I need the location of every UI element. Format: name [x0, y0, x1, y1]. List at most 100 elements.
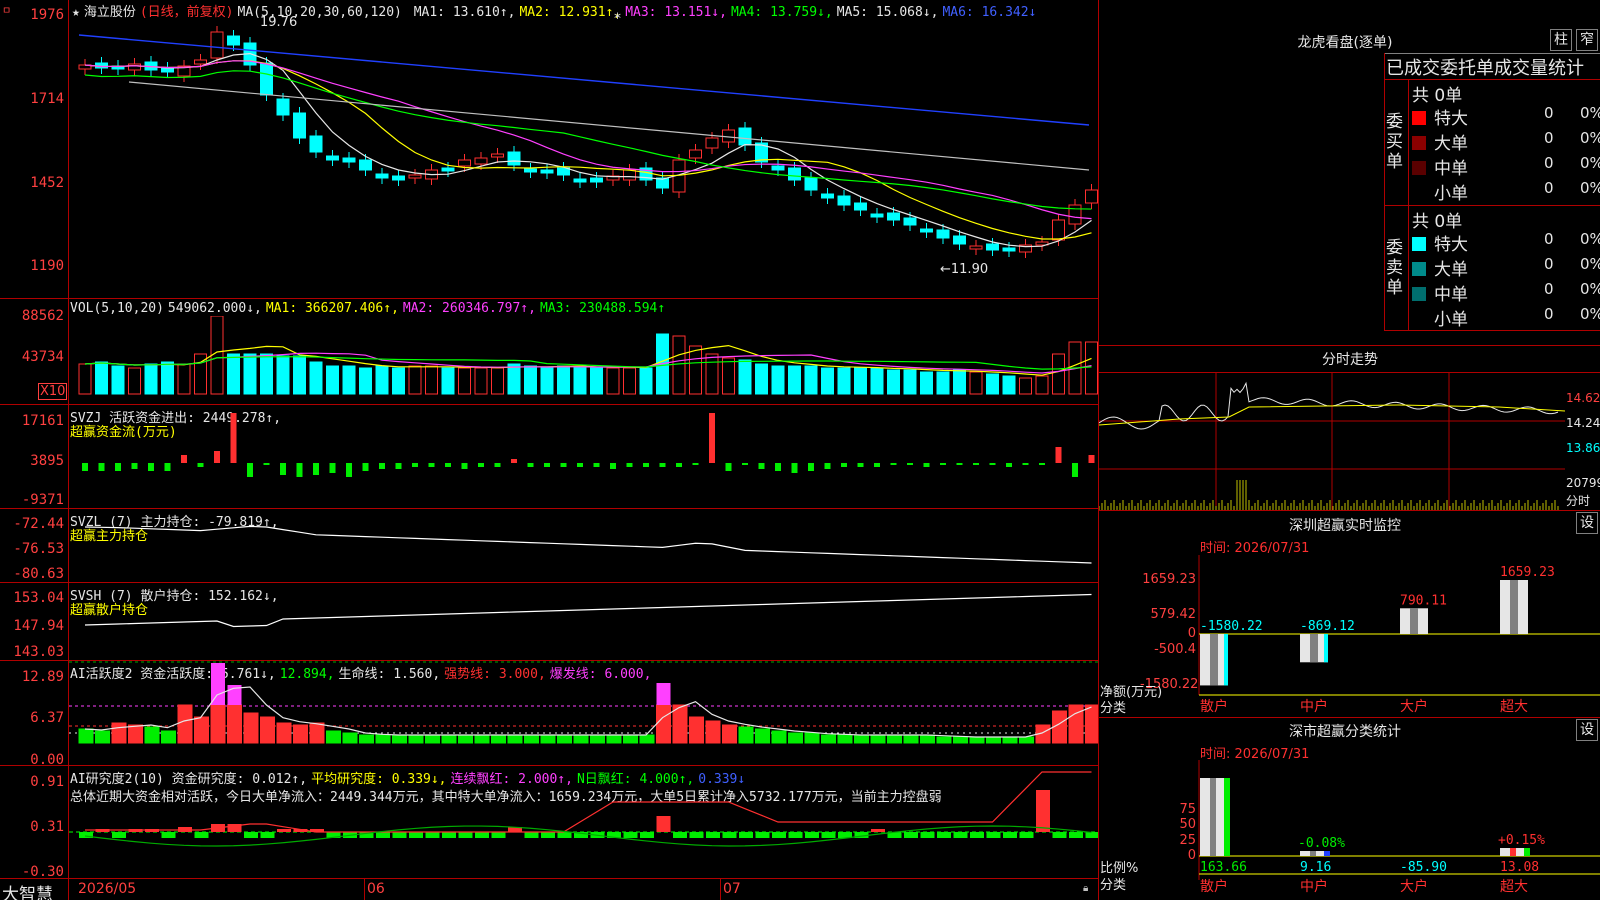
main-legend: ★ 海立股份 (日线，前复权) MA(5,10,20,30,60,120) MA1: … [72, 1, 1040, 20]
fund-flow-bar [808, 463, 814, 471]
activity-bar [607, 735, 621, 743]
svzj-y-label: -9371 [2, 492, 64, 508]
candlestick-chart[interactable] [69, 20, 1098, 298]
color-swatch-icon [1412, 262, 1426, 276]
candle-body [904, 218, 916, 225]
bar-view-button[interactable]: 柱 [1550, 29, 1572, 51]
volume-bar [376, 366, 388, 394]
ai-active-y-label: 0.00 [2, 752, 64, 768]
vol-ma2: MA2: 260346.797↑, [403, 301, 536, 316]
volume-bar [475, 368, 487, 394]
vol-y-label: 43734 [2, 349, 64, 365]
volume-bar [624, 368, 636, 394]
research-bar [1020, 832, 1034, 838]
candle-body [393, 176, 405, 180]
research-bar [624, 832, 638, 838]
volume-bar [574, 366, 586, 394]
narrow-view-button[interactable]: 窄 [1576, 29, 1598, 51]
category-label: 中户 [1300, 698, 1328, 715]
sell-order-row: 大单00% [1412, 255, 1598, 280]
fund-flow-bar [1006, 463, 1012, 467]
intraday-top-line [1098, 345, 1600, 346]
ma1-value: MA1: 13.610↑, [414, 5, 516, 20]
sell-total: 共 0单 [1412, 207, 1462, 232]
order-count: 0 [1544, 255, 1554, 273]
candle-body [789, 168, 801, 180]
fund-flow-bar [1039, 463, 1045, 465]
fund-flow-bar [627, 463, 633, 467]
candle-body [921, 229, 933, 232]
fund-flow-bar [445, 463, 451, 467]
fund-flow-bar [742, 463, 748, 465]
candle-body [96, 63, 108, 68]
buy-total: 共 0单 [1412, 81, 1462, 106]
ma2-line [85, 61, 1092, 239]
stock-name[interactable]: 海立股份 [84, 5, 136, 20]
fund-flow-bar [363, 463, 369, 471]
order-pct: 0% [1580, 154, 1600, 172]
volume-bar [838, 368, 850, 394]
volume-bar [310, 362, 322, 394]
volume-bar [805, 366, 817, 394]
activity-bar [871, 735, 885, 743]
net-amount-bar-shade [1310, 634, 1318, 662]
lock-icon[interactable]: 🔒︎ [1083, 883, 1088, 894]
color-swatch-icon [1412, 186, 1426, 200]
x-tick [364, 878, 365, 900]
candle-body [525, 169, 537, 172]
vol-value: 549062.000↓, [168, 301, 262, 316]
class-ratio-bar-shade [1310, 851, 1316, 856]
ai-research-y-label: -0.30 [2, 864, 64, 880]
buy-orders-label: 委买单 [1386, 112, 1406, 172]
app-logo[interactable]: 大智慧 [2, 880, 53, 900]
fund-flow-bar [940, 463, 946, 465]
x-tick [720, 878, 721, 900]
class-settings-button[interactable]: 设 [1576, 719, 1598, 741]
intraday-y-label: 14.24 [1566, 416, 1600, 430]
research-bar [772, 832, 786, 838]
svsh-y-label: 147.94 [2, 618, 64, 634]
candle-body [838, 196, 850, 205]
dragon-row-line [1384, 330, 1600, 331]
svzl-y-label: -80.63 [2, 566, 64, 582]
activity-bar [624, 735, 638, 743]
activity-bar [129, 725, 143, 743]
volume-bar [541, 368, 553, 394]
volume-bar [129, 368, 141, 394]
net-amount-label: 1659.23 [1500, 565, 1555, 580]
activity-bar [657, 705, 671, 743]
order-size-label: 小单 [1434, 310, 1468, 330]
svsh-y-label: 143.03 [2, 644, 64, 660]
activity-bar [723, 725, 737, 743]
period-label[interactable]: (日线，前复权) [140, 5, 234, 20]
volume-bar [937, 372, 949, 394]
volume-bar [360, 368, 372, 394]
volume-bar [409, 366, 421, 394]
fund-flow-bar [379, 463, 385, 469]
activity-bar [145, 727, 159, 743]
volume-bar [426, 366, 438, 394]
research-bar [657, 816, 671, 832]
sell-orders-label: 委卖单 [1386, 238, 1406, 298]
activity-bar [426, 735, 440, 743]
main-y-label: 1190 [2, 258, 64, 274]
ma3-line [85, 61, 1092, 219]
fund-flow-bar [148, 463, 154, 471]
intraday-chart[interactable] [1099, 373, 1565, 510]
monitor-settings-button[interactable]: 设 [1576, 512, 1598, 534]
candle-body [871, 214, 883, 217]
monitor-time: 时间: 2026/07/31 [1200, 537, 1309, 556]
class-bottom-label: 163.66 [1200, 860, 1247, 875]
activity-bar [706, 721, 720, 743]
fund-flow-bar [247, 463, 253, 477]
net-amount-bar-edge [1224, 634, 1228, 685]
favorite-star-icon[interactable]: ★ [72, 5, 80, 20]
research-bar [822, 832, 836, 838]
research-bar [1036, 790, 1050, 832]
candle-body [459, 160, 471, 166]
dragon-header: 已成交委托单成交量统计 [1386, 54, 1600, 80]
activity-bar [508, 735, 522, 743]
fund-flow-bar [1089, 455, 1095, 463]
activity-bar [921, 735, 935, 743]
volume-bar [822, 368, 834, 394]
